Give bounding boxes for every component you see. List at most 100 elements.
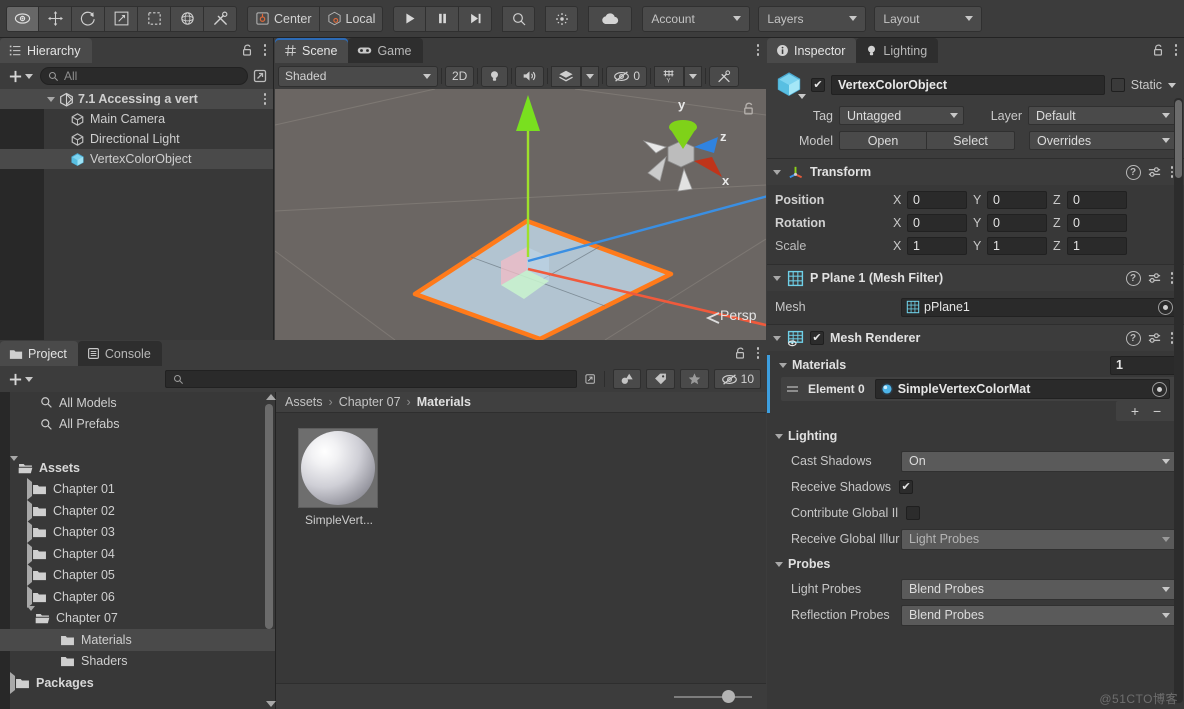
project-tree-item-chapter-04[interactable]: Chapter 04 bbox=[0, 542, 275, 565]
scroll-up-arrow[interactable] bbox=[265, 394, 276, 400]
object-picker-icon[interactable] bbox=[1158, 299, 1173, 315]
asset-item[interactable]: SimpleVert... bbox=[298, 428, 380, 527]
expand-panel-icon[interactable] bbox=[584, 371, 596, 387]
transform-header[interactable]: Transform ? bbox=[767, 159, 1184, 185]
scene-twisty[interactable] bbox=[44, 96, 57, 102]
rotate-tool-button[interactable] bbox=[72, 5, 105, 32]
mesh-renderer-header[interactable]: Mesh Renderer ? bbox=[767, 325, 1184, 351]
scale-x-input[interactable]: 1 bbox=[907, 236, 967, 255]
materials-count-input[interactable]: 1 bbox=[1110, 355, 1176, 375]
materials-section-header[interactable]: Materials 1 bbox=[775, 353, 1176, 377]
material-object-field[interactable]: SimpleVertexColorMat bbox=[874, 379, 1170, 399]
help-icon[interactable]: ? bbox=[1125, 164, 1141, 180]
position-z-input[interactable]: 0 bbox=[1067, 190, 1127, 209]
pivot-mode-button[interactable]: Center bbox=[247, 5, 320, 32]
hand-tool-button[interactable] bbox=[6, 5, 39, 32]
hierarchy-item-vertexcolorobject[interactable]: VertexColorObject bbox=[0, 149, 273, 169]
filter-by-type-button[interactable] bbox=[612, 369, 641, 389]
breadcrumb-item-assets[interactable]: Assets bbox=[285, 395, 323, 409]
preset-icon[interactable] bbox=[1147, 331, 1162, 346]
preset-icon[interactable] bbox=[1147, 165, 1162, 180]
scale-y-input[interactable]: 1 bbox=[987, 236, 1047, 255]
tag-dropdown[interactable]: Untagged bbox=[839, 106, 964, 125]
select-model-button[interactable]: Select bbox=[927, 131, 1015, 150]
remove-material-button[interactable]: − bbox=[1153, 403, 1161, 419]
hierarchy-item-main-camera[interactable]: Main Camera bbox=[0, 109, 273, 129]
scale-tool-button[interactable] bbox=[105, 5, 138, 32]
preset-icon[interactable] bbox=[1147, 271, 1162, 286]
rotation-z-input[interactable]: 0 bbox=[1067, 213, 1127, 232]
tab-inspector[interactable]: Inspector bbox=[767, 38, 857, 63]
expand-panel-icon[interactable] bbox=[252, 68, 268, 84]
triangle-down-icon[interactable] bbox=[773, 335, 781, 341]
overrides-dropdown[interactable]: Overrides bbox=[1029, 131, 1176, 150]
triangle-down-icon[interactable] bbox=[775, 561, 783, 567]
rotation-x-input[interactable]: 0 bbox=[907, 213, 967, 232]
tab-scene[interactable]: Scene bbox=[275, 38, 349, 63]
position-x-input[interactable]: 0 bbox=[907, 190, 967, 209]
object-picker-icon[interactable] bbox=[1152, 381, 1167, 397]
toggle-2d-button[interactable]: 2D bbox=[445, 65, 475, 87]
hierarchy-item-directional-light[interactable]: Directional Light bbox=[0, 129, 273, 149]
scene-audio-toggle[interactable] bbox=[515, 65, 545, 87]
account-dropdown[interactable]: Account bbox=[642, 5, 751, 32]
hierarchy-add-button[interactable] bbox=[5, 67, 36, 86]
contribute-gi-checkbox[interactable] bbox=[906, 506, 921, 520]
project-tree-item-chapter-05[interactable]: Chapter 05 bbox=[0, 564, 275, 587]
project-tree-item-all-models[interactable]: All Models bbox=[0, 392, 275, 414]
custom-tool-button[interactable] bbox=[204, 5, 237, 32]
probes-section-header[interactable]: Probes bbox=[775, 552, 1176, 576]
handle-space-button[interactable]: Local bbox=[319, 5, 384, 32]
tab-project[interactable]: Project bbox=[0, 341, 78, 366]
gameobject-enabled-checkbox[interactable] bbox=[811, 78, 825, 92]
shading-mode-dropdown[interactable]: Shaded bbox=[278, 65, 438, 87]
triangle-down-icon[interactable] bbox=[775, 433, 783, 439]
filter-by-label-button[interactable] bbox=[645, 369, 675, 389]
layers-dropdown[interactable]: Layers bbox=[758, 5, 867, 32]
project-menu-button[interactable] bbox=[754, 345, 763, 361]
tab-console[interactable]: Console bbox=[77, 341, 162, 366]
project-tree-item-chapter-07[interactable]: Chapter 07 bbox=[0, 606, 275, 630]
layout-dropdown[interactable]: Layout bbox=[874, 5, 983, 32]
scene-context-menu-button[interactable] bbox=[261, 91, 270, 107]
layer-dropdown[interactable]: Default bbox=[1028, 106, 1176, 125]
scene-fx-toggle[interactable] bbox=[551, 65, 582, 87]
project-tree-scrollbar[interactable] bbox=[264, 394, 276, 707]
scene-tools-button[interactable] bbox=[709, 65, 740, 87]
particles-icon-button[interactable] bbox=[545, 5, 579, 32]
scroll-thumb[interactable] bbox=[265, 404, 273, 629]
lock-icon[interactable] bbox=[734, 346, 747, 360]
rect-tool-button[interactable] bbox=[138, 5, 171, 32]
favorites-button[interactable] bbox=[679, 369, 709, 389]
tab-game[interactable]: Game bbox=[348, 38, 423, 63]
gameobject-name-input[interactable]: VertexColorObject bbox=[831, 75, 1105, 95]
project-visibility-toggle[interactable]: 10 bbox=[713, 369, 761, 389]
help-icon[interactable]: ? bbox=[1125, 330, 1141, 346]
mesh-filter-header[interactable]: P Plane 1 (Mesh Filter) ? bbox=[767, 265, 1184, 291]
scene-gizmos-dropdown[interactable] bbox=[684, 65, 703, 87]
triangle-down-icon[interactable] bbox=[773, 169, 781, 175]
project-tree-item-all-prefabs[interactable]: All Prefabs bbox=[0, 414, 275, 436]
triangle-down-icon[interactable] bbox=[779, 362, 787, 368]
tab-lighting[interactable]: Lighting bbox=[856, 38, 939, 63]
reflection-probes-dropdown[interactable]: Blend Probes bbox=[901, 604, 1176, 626]
project-tree-item-assets[interactable]: Assets bbox=[0, 455, 275, 479]
step-button[interactable] bbox=[459, 5, 493, 32]
scale-z-input[interactable]: 1 bbox=[1067, 236, 1127, 255]
triangle-down-icon[interactable] bbox=[773, 275, 781, 281]
inspector-menu-button[interactable] bbox=[1172, 42, 1181, 58]
scene-lighting-toggle[interactable] bbox=[481, 65, 509, 87]
drag-handle-icon[interactable] bbox=[787, 386, 798, 392]
lock-icon[interactable] bbox=[1152, 43, 1165, 57]
hierarchy-search-input[interactable]: All bbox=[40, 67, 248, 85]
scene-menu-button[interactable] bbox=[754, 42, 763, 58]
scene-viewport[interactable]: Persp y z x bbox=[275, 89, 766, 340]
rotation-y-input[interactable]: 0 bbox=[987, 213, 1047, 232]
project-tree-item-chapter-01[interactable]: Chapter 01 bbox=[0, 478, 275, 501]
breadcrumb-item-chapter-07[interactable]: Chapter 07 bbox=[339, 395, 401, 409]
project-tree-item-materials[interactable]: Materials bbox=[0, 629, 275, 651]
move-tool-button[interactable] bbox=[39, 5, 72, 32]
position-y-input[interactable]: 0 bbox=[987, 190, 1047, 209]
hierarchy-item-scene[interactable]: 7.1 Accessing a vert bbox=[0, 89, 273, 109]
help-icon[interactable]: ? bbox=[1125, 270, 1141, 286]
